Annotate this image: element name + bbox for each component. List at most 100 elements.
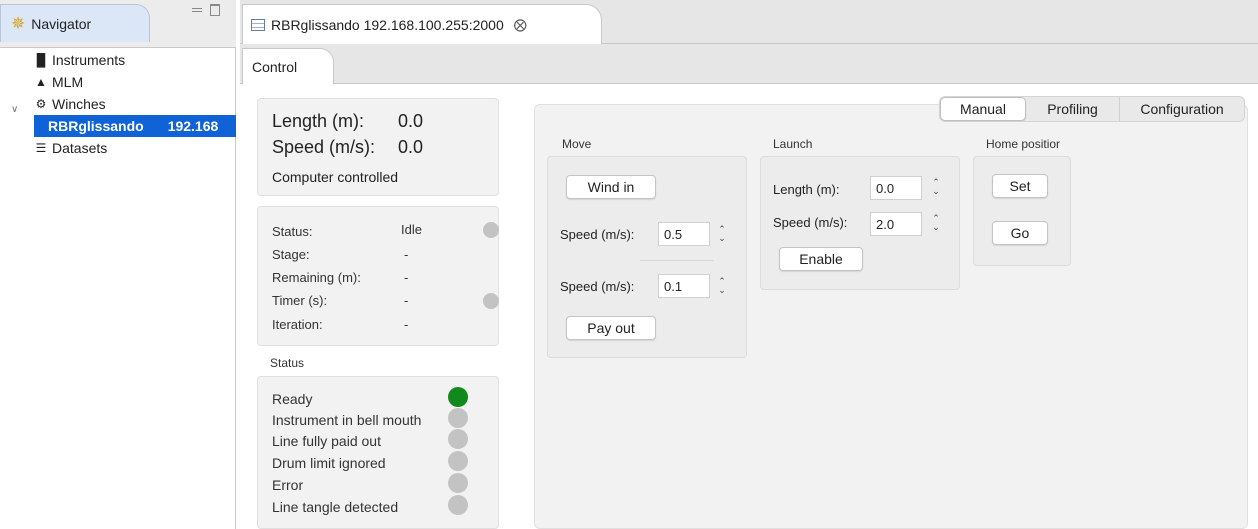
navigator-icon: ✵ (11, 14, 26, 33)
minimize-icon[interactable] (192, 8, 202, 12)
status-panel: Status: Idle Stage: - Remaining (m): - T… (257, 206, 499, 346)
timer-indicator (483, 293, 499, 309)
launch-speed-stepper[interactable]: ⌃ ⌄ (930, 212, 942, 234)
wind-in-button[interactable]: Wind in (566, 175, 656, 199)
table-icon (251, 18, 265, 31)
launch-length-label: Length (m): (773, 182, 840, 197)
iteration-label: Iteration: (272, 317, 323, 332)
home-go-button[interactable]: Go (992, 221, 1048, 245)
pay-out-speed-stepper[interactable]: ⌃ ⌄ (716, 275, 728, 297)
iteration-value: - (404, 317, 409, 332)
tree-item-winches[interactable]: ⚙ Winches (34, 93, 106, 115)
stage-value: - (404, 247, 409, 262)
flag-indicator-tangle (448, 495, 468, 515)
tree-item-label: Instruments (52, 52, 126, 68)
enable-button[interactable]: Enable (779, 247, 863, 271)
status-flags-heading: Status (270, 356, 305, 370)
editor-tabbar: RBRglissando 192.168.100.255:2000 ⨂ (240, 0, 1258, 44)
wind-in-speed-stepper[interactable]: ⌃ ⌄ (716, 223, 728, 245)
tree-item-ip: 192.168 (167, 118, 219, 134)
pay-out-button[interactable]: Pay out (566, 316, 656, 340)
status-flags-panel: Ready Instrument in bell mouth Line full… (257, 376, 499, 529)
close-icon[interactable]: ⨂ (514, 17, 527, 33)
tree-item-label: Winches (52, 96, 106, 112)
editor-area: RBRglissando 192.168.100.255:2000 ⨂ Cont… (240, 0, 1258, 529)
pay-out-speed-label: Speed (m/s): (560, 279, 635, 294)
home-position-heading: Home positior (986, 137, 1061, 151)
flag-indicator-ready (448, 387, 468, 407)
tree-item-label: RBRglissando (48, 118, 144, 134)
wind-in-speed-input[interactable]: 0.5 (658, 222, 710, 246)
tab-control-label: Control (252, 59, 298, 75)
launch-speed-input[interactable]: 2.0 (870, 212, 922, 236)
length-value: 0.0 (398, 111, 424, 131)
move-separator (640, 260, 714, 261)
flag-label: Error (272, 477, 304, 493)
editor-tab-title: RBRglissando 192.168.100.255:2000 (271, 16, 504, 33)
mode-configuration[interactable]: Configuration (1120, 97, 1244, 121)
mode-label: Manual (960, 101, 1006, 117)
readout-panel: Length (m): 0.0 Speed (m/s): 0.0 Compute… (257, 98, 499, 196)
stage-label: Stage: (272, 247, 310, 262)
timer-label: Timer (s): (272, 293, 328, 308)
flag-label: Ready (272, 391, 313, 407)
navigator-tab[interactable]: ✵ Navigator (0, 4, 150, 42)
home-position-panel (973, 156, 1071, 266)
launch-length-input[interactable]: 0.0 (870, 176, 922, 200)
gears-icon: ⚙ (35, 97, 47, 111)
mode-segmented-control: Manual Profiling Configuration (939, 96, 1245, 122)
home-set-label: Set (1009, 178, 1031, 194)
launch-heading: Launch (773, 137, 813, 151)
chevron-down-icon[interactable]: ∨ (11, 104, 18, 115)
tree-item-datasets[interactable]: ☰ Datasets (34, 137, 108, 159)
remaining-value: - (404, 270, 409, 285)
control-tabbar: Control (240, 44, 1258, 85)
wind-in-speed-value: 0.5 (664, 226, 683, 242)
scale-icon: ▲ (35, 75, 47, 89)
remaining-label: Remaining (m): (272, 270, 361, 285)
launch-length-value: 0.0 (876, 180, 895, 196)
database-icon: ☰ (35, 141, 47, 155)
control-mode: Computer controlled (272, 169, 399, 185)
mode-label: Configuration (1140, 101, 1224, 117)
flag-indicator-error (448, 473, 468, 493)
maximize-icon[interactable] (210, 4, 220, 16)
pay-out-label: Pay out (587, 320, 635, 336)
home-set-button[interactable]: Set (992, 174, 1048, 198)
launch-length-stepper[interactable]: ⌃ ⌄ (930, 176, 942, 198)
mode-manual[interactable]: Manual (940, 97, 1026, 121)
pay-out-speed-input[interactable]: 0.1 (658, 274, 710, 298)
editor-tab-rbrglissando[interactable]: RBRglissando 192.168.100.255:2000 ⨂ (242, 4, 602, 44)
timer-value: - (404, 293, 409, 308)
navigator-panel: ✵ Navigator █ Instruments ▲ MLM ∨ ⚙ Winc… (0, 0, 236, 529)
tree-item-label: Datasets (52, 140, 108, 156)
tree-item-mlm[interactable]: ▲ MLM (34, 71, 83, 93)
home-go-label: Go (1010, 225, 1030, 241)
flag-label: Instrument in bell mouth (272, 412, 422, 428)
status-value: Idle (401, 222, 422, 237)
navigator-title: Navigator (31, 15, 92, 32)
speed-label: Speed (m/s): (272, 137, 376, 157)
mode-label: Profiling (1047, 101, 1098, 117)
tree-item-rbrglissando[interactable]: RBRglissando 192.168 (34, 115, 236, 137)
tree-item-instruments[interactable]: █ Instruments (34, 49, 125, 71)
flag-label: Line fully paid out (272, 433, 381, 449)
move-heading: Move (562, 137, 592, 151)
control-content: Length (m): 0.0 Speed (m/s): 0.0 Compute… (240, 84, 1258, 529)
tree-item-label: MLM (52, 74, 84, 90)
mode-profiling[interactable]: Profiling (1026, 97, 1120, 121)
navigator-tabbar: ✵ Navigator (0, 0, 236, 48)
wind-in-speed-label: Speed (m/s): (560, 227, 635, 242)
status-label: Status: (272, 224, 313, 239)
enable-label: Enable (799, 251, 843, 267)
tab-control[interactable]: Control (242, 48, 334, 85)
flag-indicator-paid-out (448, 429, 468, 449)
length-label: Length (m): (272, 111, 365, 131)
flag-indicator-bell-mouth (448, 408, 468, 428)
launch-speed-value: 2.0 (876, 216, 895, 232)
launch-speed-label: Speed (m/s): (773, 215, 848, 230)
wind-in-label: Wind in (587, 179, 635, 195)
speed-value: 0.0 (398, 137, 424, 157)
pay-out-speed-value: 0.1 (664, 278, 683, 294)
flag-label: Drum limit ignored (272, 455, 386, 471)
